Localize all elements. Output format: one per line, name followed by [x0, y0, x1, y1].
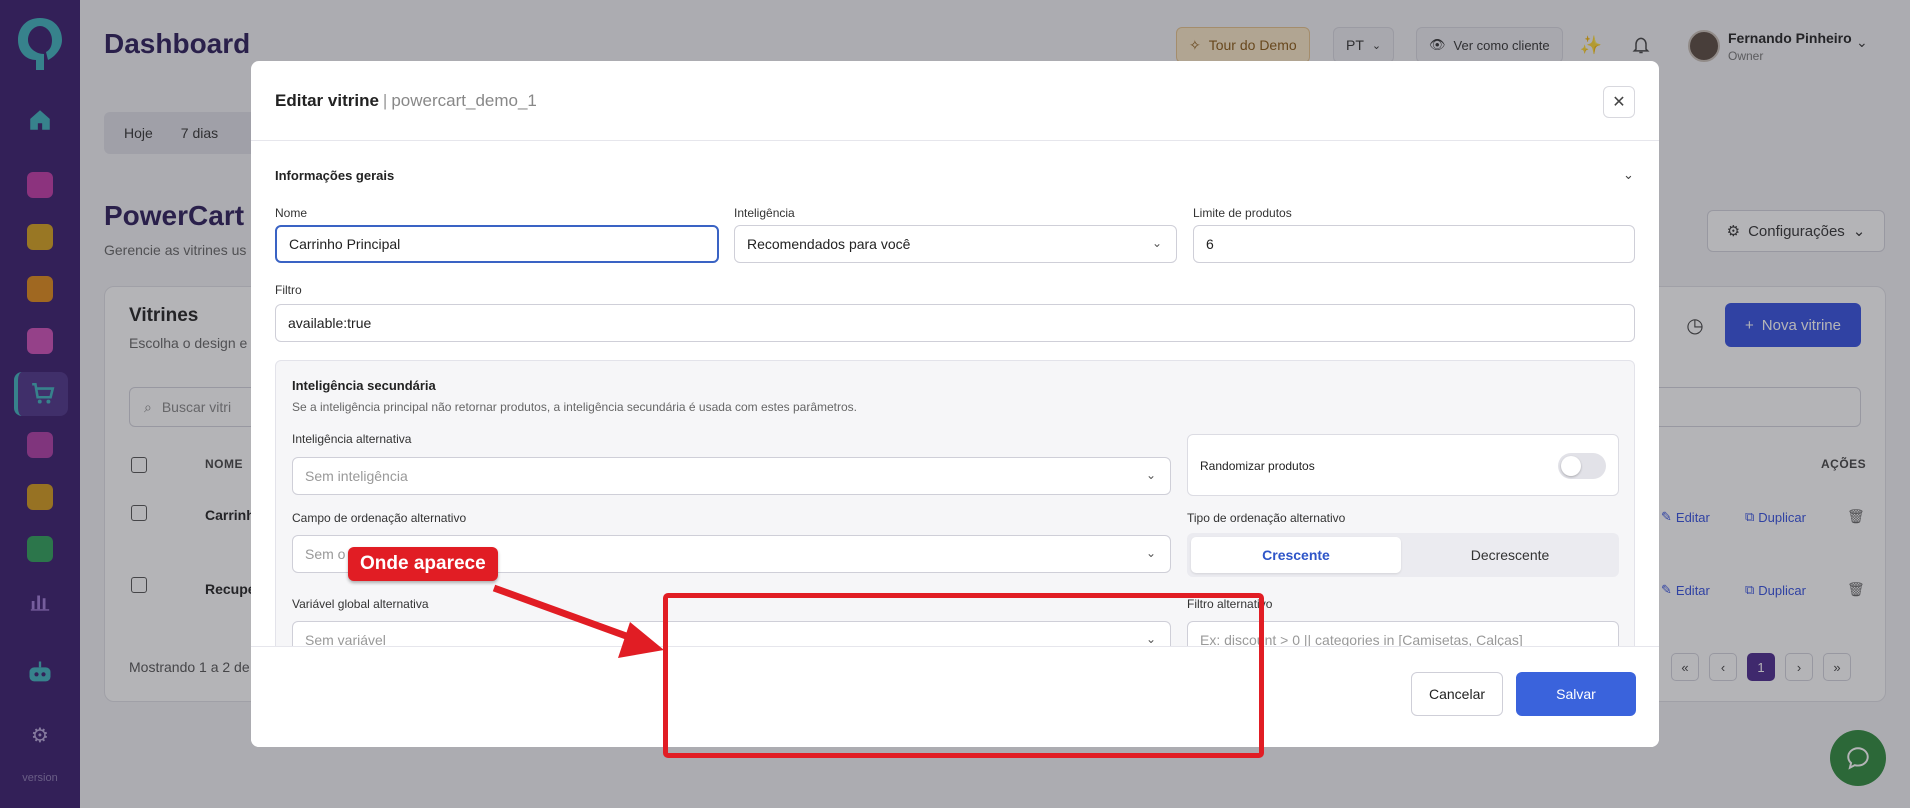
annotation-arrow	[492, 584, 664, 658]
annotation-label: Onde aparece	[348, 547, 498, 581]
